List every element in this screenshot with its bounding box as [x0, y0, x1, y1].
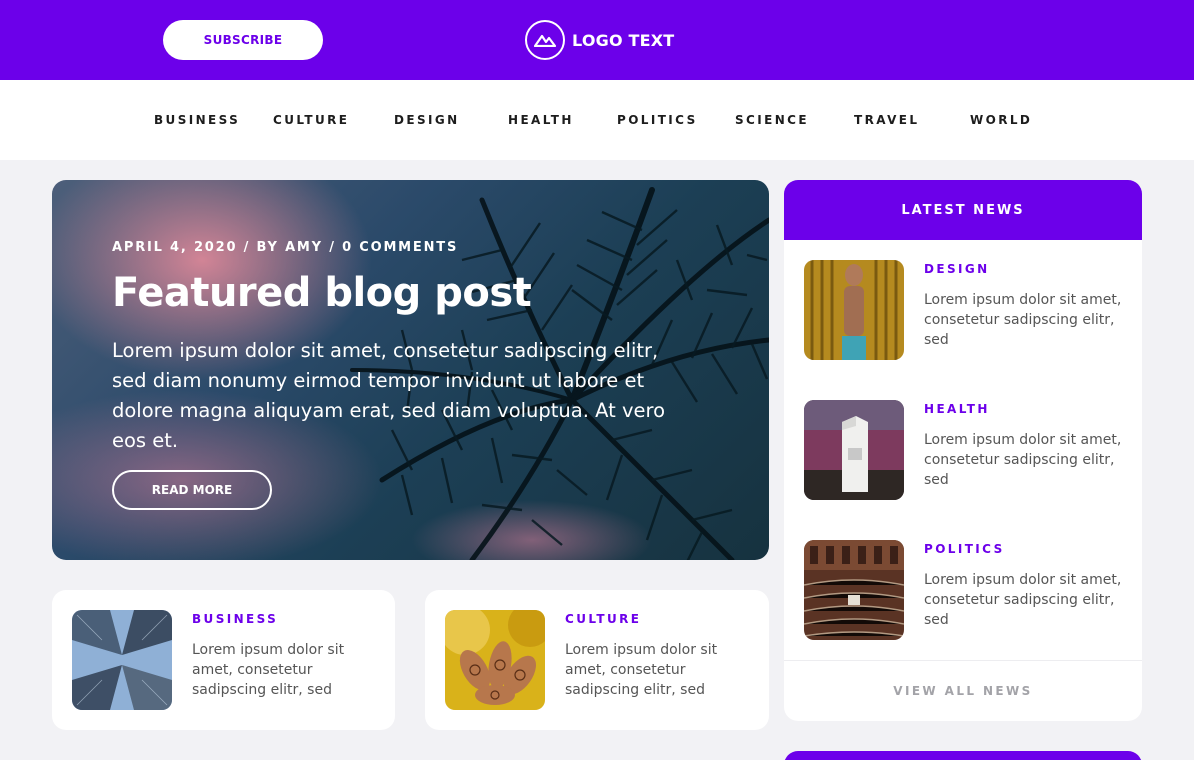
- nav-item-science[interactable]: SCIENCE: [735, 113, 809, 127]
- nav-item-design[interactable]: DESIGN: [394, 113, 460, 127]
- post-card-culture[interactable]: CULTURE Lorem ipsum dolor sit amet, cons…: [425, 590, 769, 730]
- next-panel-header: [784, 751, 1142, 760]
- category-nav: BUSINESS CULTURE DESIGN HEALTH POLITICS …: [0, 80, 1194, 160]
- news-item-politics[interactable]: POLITICS Lorem ipsum dolor sit amet, con…: [784, 540, 1142, 640]
- featured-post[interactable]: APRIL 4, 2020 / BY AMY / 0 COMMENTS Feat…: [52, 180, 769, 560]
- nav-item-culture[interactable]: CULTURE: [273, 113, 349, 127]
- latest-news-panel: LATEST NEWS DESIGN Lorem ipsum dolor sit…: [784, 180, 1142, 721]
- nav-item-world[interactable]: WORLD: [970, 113, 1032, 127]
- news-thumbnail[interactable]: [804, 260, 904, 360]
- post-excerpt: Lorem ipsum dolor sit amet, consetetur s…: [192, 642, 345, 698]
- featured-excerpt: Lorem ipsum dolor sit amet, consetetur s…: [112, 339, 666, 452]
- news-item-health[interactable]: HEALTH Lorem ipsum dolor sit amet, conse…: [784, 400, 1142, 500]
- post-category[interactable]: CULTURE: [565, 612, 641, 626]
- logo[interactable]: LOGO TEXT: [525, 20, 674, 60]
- news-thumbnail[interactable]: [804, 400, 904, 500]
- post-thumbnail[interactable]: [445, 610, 545, 710]
- news-excerpt: Lorem ipsum dolor sit amet, consetetur s…: [924, 432, 1122, 488]
- top-header: SUBSCRIBE LOGO TEXT: [0, 0, 1194, 80]
- subscribe-button[interactable]: SUBSCRIBE: [163, 20, 323, 60]
- nav-item-politics[interactable]: POLITICS: [617, 113, 698, 127]
- news-item-design[interactable]: DESIGN Lorem ipsum dolor sit amet, conse…: [784, 260, 1142, 360]
- news-thumbnail[interactable]: [804, 540, 904, 640]
- news-category[interactable]: HEALTH: [924, 402, 990, 416]
- news-excerpt: Lorem ipsum dolor sit amet, consetetur s…: [924, 292, 1122, 348]
- post-excerpt: Lorem ipsum dolor sit amet, consetetur s…: [565, 642, 718, 698]
- nav-item-business[interactable]: BUSINESS: [154, 113, 240, 127]
- logo-text: LOGO TEXT: [572, 30, 675, 50]
- featured-title[interactable]: Featured blog post: [112, 270, 532, 316]
- latest-news-title: LATEST NEWS: [784, 180, 1142, 240]
- post-category[interactable]: BUSINESS: [192, 612, 278, 626]
- view-all-news-link[interactable]: VIEW ALL NEWS: [784, 660, 1142, 721]
- mountain-icon: [525, 20, 565, 60]
- post-card-business[interactable]: BUSINESS Lorem ipsum dolor sit amet, con…: [52, 590, 395, 730]
- nav-item-travel[interactable]: TRAVEL: [854, 113, 919, 127]
- nav-item-health[interactable]: HEALTH: [508, 113, 574, 127]
- featured-meta: APRIL 4, 2020 / BY AMY / 0 COMMENTS: [112, 240, 459, 255]
- post-thumbnail[interactable]: [72, 610, 172, 710]
- news-category[interactable]: POLITICS: [924, 542, 1005, 556]
- news-category[interactable]: DESIGN: [924, 262, 990, 276]
- read-more-button[interactable]: READ MORE: [112, 470, 272, 510]
- news-excerpt: Lorem ipsum dolor sit amet, consetetur s…: [924, 572, 1122, 628]
